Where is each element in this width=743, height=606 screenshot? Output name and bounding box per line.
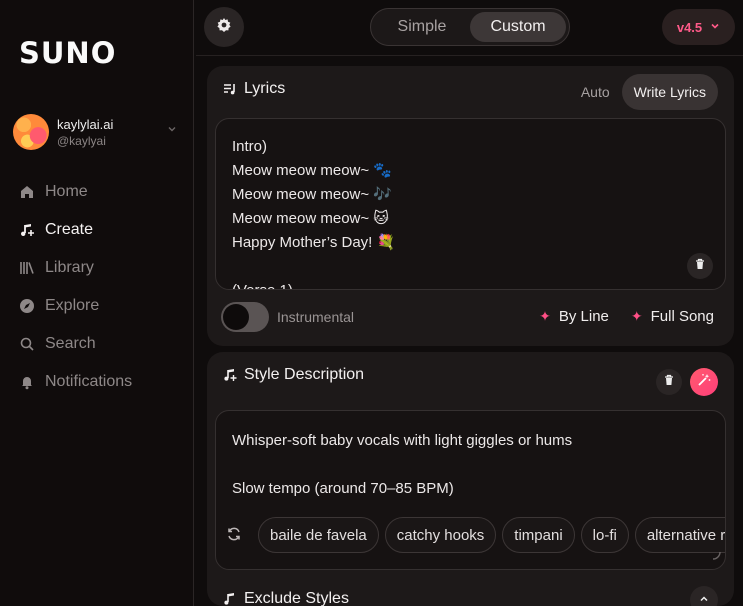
sidebar-item-explore[interactable]: Explore — [19, 287, 132, 325]
magic-wand-icon — [697, 373, 711, 392]
collapse-button[interactable] — [690, 586, 718, 606]
settings-button[interactable] — [204, 7, 244, 47]
clear-style-button[interactable] — [656, 369, 682, 395]
suno-logo[interactable]: SUNO — [19, 36, 116, 70]
sidebar-item-label: Home — [45, 183, 88, 200]
by-line-button[interactable]: ✦ By Line — [539, 308, 609, 325]
lyrics-line: Meow meow meow~ 🐾 — [232, 162, 392, 179]
music-note-icon — [19, 222, 35, 238]
trash-icon — [663, 373, 675, 391]
sidebar-item-create[interactable]: Create — [19, 211, 132, 249]
search-icon — [19, 336, 35, 352]
style-tag[interactable]: lo-fi — [580, 517, 629, 553]
chevron-down-icon — [710, 21, 720, 34]
lyrics-line: Intro) — [232, 138, 268, 155]
style-line: Slow tempo (around 70–85 BPM) — [232, 480, 454, 497]
compass-icon — [19, 298, 35, 314]
trash-icon — [694, 257, 706, 275]
library-icon — [19, 260, 35, 276]
sidebar-item-label: Notifications — [45, 373, 133, 390]
lyrics-input[interactable]: Intro) Meow meow meow~ 🐾 Meow meow meow~… — [215, 118, 726, 290]
avatar — [13, 114, 49, 150]
magic-wand-button[interactable] — [690, 368, 718, 396]
sidebar-item-label: Explore — [45, 297, 100, 314]
style-input[interactable]: Whisper-soft baby vocals with light gigg… — [215, 410, 726, 570]
mode-toggle: Simple Custom — [370, 8, 570, 46]
full-song-label: Full Song — [650, 308, 714, 325]
style-tag[interactable]: catchy hooks — [384, 517, 497, 553]
sidebar-item-home[interactable]: Home — [19, 173, 132, 211]
sparkle-icon: ✦ — [539, 308, 551, 324]
chevron-down-icon — [167, 124, 177, 137]
profile-handle: @kaylyai — [57, 133, 106, 148]
header-divider — [196, 55, 743, 56]
lyrics-line — [232, 255, 709, 279]
home-icon — [19, 184, 35, 200]
gear-icon — [216, 17, 232, 38]
lyrics-title: Lyrics — [244, 80, 286, 97]
style-line: Whisper-soft baby vocals with light gigg… — [232, 432, 573, 449]
sidebar-item-search[interactable]: Search — [19, 325, 132, 363]
sparkle-icon: ✦ — [630, 308, 643, 324]
exclude-styles-title: Exclude Styles — [244, 590, 349, 606]
profile-name: kaylylai.ai — [57, 116, 114, 132]
version-select[interactable]: v4.5 — [662, 9, 735, 45]
style-tags: baile de favela catchy hooks timpani lo-… — [226, 517, 725, 553]
style-tag[interactable]: timpani — [502, 517, 575, 553]
bell-icon — [19, 374, 35, 390]
lyrics-panel: Lyrics Auto Write Lyrics Intro) Meow meo… — [207, 66, 734, 346]
style-panel: Style Description Whisper-soft baby voca… — [207, 352, 734, 606]
refresh-icon[interactable] — [226, 526, 244, 544]
instrumental-label: Instrumental — [277, 309, 355, 325]
sidebar-item-library[interactable]: Library — [19, 249, 132, 287]
sidebar-item-label: Search — [45, 335, 96, 352]
instrumental-toggle[interactable]: Instrumental — [221, 302, 354, 332]
lyrics-line: (Verse 1) — [232, 279, 709, 289]
mode-custom-button[interactable]: Custom — [470, 12, 566, 42]
sidebar-nav: Home Create Library Explore Search Notif… — [19, 173, 132, 401]
tab-auto[interactable]: Auto — [569, 74, 622, 110]
mode-simple-button[interactable]: Simple — [374, 12, 470, 42]
style-title: Style Description — [244, 366, 365, 383]
sidebar-item-label: Create — [45, 221, 94, 238]
music-note-icon — [223, 592, 237, 606]
music-note-icon — [223, 368, 237, 382]
clear-lyrics-button[interactable] — [687, 253, 713, 279]
lyrics-line: Happy Mother’s Day! 💐 — [232, 234, 396, 251]
exclude-styles-header[interactable]: Exclude Styles — [223, 590, 349, 606]
profile-menu[interactable]: kaylylai.ai @kaylyai — [13, 112, 183, 152]
lyrics-line: Meow meow meow~ 🐱 — [232, 210, 389, 227]
version-label: v4.5 — [676, 19, 703, 35]
sidebar-item-notifications[interactable]: Notifications — [19, 363, 132, 401]
tab-write-lyrics[interactable]: Write Lyrics — [621, 74, 718, 110]
sidebar: SUNO kaylylai.ai @kaylyai Home Create Li… — [0, 0, 194, 606]
by-line-label: By Line — [558, 308, 609, 325]
lyrics-line: Meow meow meow~ 🎶 — [232, 186, 392, 203]
lyrics-icon — [223, 82, 237, 96]
chevron-up-icon — [699, 594, 709, 606]
full-song-button[interactable]: ✦ Full Song — [631, 308, 714, 325]
sidebar-item-label: Library — [45, 259, 94, 276]
instrumental-switch[interactable] — [221, 302, 269, 332]
style-tag[interactable]: baile de favela — [258, 517, 379, 553]
resize-handle-icon[interactable] — [711, 547, 721, 565]
